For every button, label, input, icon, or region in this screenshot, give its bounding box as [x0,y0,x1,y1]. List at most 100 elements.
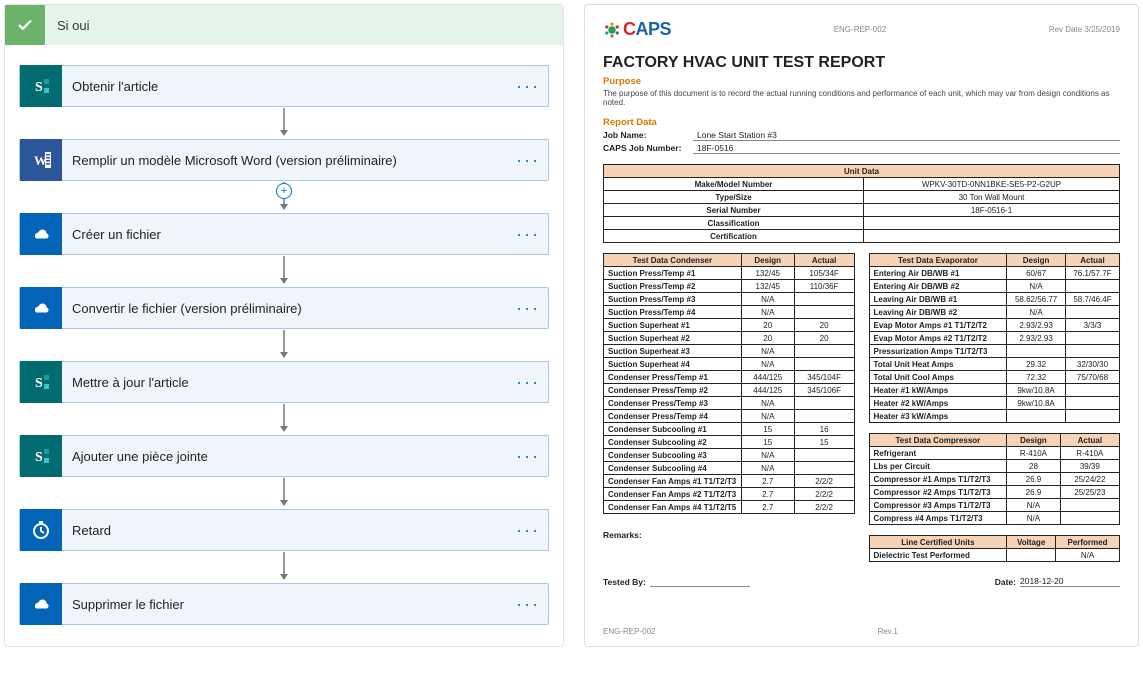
remarks-label: Remarks: [603,530,855,540]
caps-logo: CAPS [603,19,671,40]
signature-row: Tested By: Date:2018-12-20 [603,576,1120,587]
action-app-icon: S [20,361,62,403]
action-menu-button[interactable]: ··· [508,150,548,171]
table-row: RefrigerantR-410AR-410A [869,447,1120,460]
action-label: Remplir un modèle Microsoft Word (versio… [62,153,508,168]
action-label: Créer un fichier [62,227,508,242]
header-revdate: Rev Date 3/25/2019 [1049,25,1120,34]
table-row: Condenser Subcooling #11516 [604,423,855,436]
unit-row-value [864,230,1120,243]
flow-arrow [277,551,291,583]
header-ref: ENG-REP-002 [834,25,886,34]
table-row: Suction Superheat #12020 [604,319,855,332]
flow-action-card[interactable]: Supprimer le fichier··· [19,583,549,625]
flow-arrow [277,255,291,287]
date-value: 2018-12-20 [1020,576,1120,587]
table-row: Leaving Air DB/WB #2N/A [869,306,1120,319]
table-row: Condenser Fan Amps #4 T1/T2/T52.72/2/2 [604,501,855,514]
action-app-icon [20,583,62,625]
table-row: Condenser Press/Temp #2444/125345/106F [604,384,855,397]
table-row: Condenser Subcooling #4N/A [604,462,855,475]
table-row: Condenser Press/Temp #1444/125345/104F [604,371,855,384]
line-certified-table: Line Certified Units Voltage Performed D… [869,535,1121,562]
action-menu-button[interactable]: ··· [508,446,548,467]
purpose-text: The purpose of this document is to recor… [603,89,1120,107]
checkmark-icon [5,5,45,45]
compressor-table: Test Data Compressor Design Actual Refri… [869,433,1121,525]
flow-action-card[interactable]: WRemplir un modèle Microsoft Word (versi… [19,139,549,181]
action-label: Ajouter une pièce jointe [62,449,508,464]
action-app-icon: W [20,139,62,181]
table-row: Entering Air DB/WB #160/6776.1/57.7F [869,267,1120,280]
unit-row-value [864,217,1120,230]
table-row: Suction Press/Temp #3N/A [604,293,855,306]
flow-arrow: + [277,181,291,213]
action-label: Supprimer le fichier [62,597,508,612]
flow-insert-step-button[interactable]: + [276,183,292,199]
table-row: Dielectric Test PerformedN/A [869,549,1120,562]
table-row: Entering Air DB/WB #2N/A [869,280,1120,293]
table-row: Condenser Fan Amps #2 T1/T2/T32.72/2/2 [604,488,855,501]
unit-row-label: Classification [604,217,864,230]
flow-action-card[interactable]: Convertir le fichier (version préliminai… [19,287,549,329]
unit-row-value: WPKV-30TD-0NN1BKE-SE5-P2-G2UP [864,178,1120,191]
report-title: FACTORY HVAC UNIT TEST REPORT [603,54,1120,72]
table-row: Total Unit Cool Amps72.3275/70/68 [869,371,1120,384]
table-row: Condenser Press/Temp #4N/A [604,410,855,423]
logo-icon [603,21,621,39]
unit-row-label: Type/Size [604,191,864,204]
flow-body: SObtenir l'article···WRemplir un modèle … [5,45,563,625]
table-row: Condenser Subcooling #3N/A [604,449,855,462]
unit-data-table: Unit Data Make/Model NumberWPKV-30TD-0NN… [603,164,1120,243]
table-row: Pressurization Amps T1/T2/T3 [869,345,1120,358]
table-row: Leaving Air DB/WB #158.62/56.7758.7/46.4… [869,293,1120,306]
job-num-row: CAPS Job Number: 18F-0516 [603,143,1120,154]
table-row: Suction Press/Temp #2132/45110/36F [604,280,855,293]
condition-label: Si oui [45,18,90,33]
report-document: CAPS ENG-REP-002 Rev Date 3/25/2019 FACT… [584,4,1139,647]
action-label: Retard [62,523,508,538]
table-row: Heater #1 kW/Amps9kw/10.8A [869,384,1120,397]
flow-action-card[interactable]: Retard··· [19,509,549,551]
action-app-icon: S [20,435,62,477]
test-data-columns: Test Data Condenser Design Actual Suctio… [603,253,1120,562]
action-menu-button[interactable]: ··· [508,594,548,615]
flow-arrow [277,107,291,139]
table-row: Compressor #1 Amps T1/T2/T326.925/24/22 [869,473,1120,486]
report-footer: ENG-REP-002 Rev.1 [603,627,1120,636]
table-row: Suction Superheat #3N/A [604,345,855,358]
action-app-icon [20,213,62,255]
action-menu-button[interactable]: ··· [508,224,548,245]
action-app-icon: S [20,65,62,107]
unit-row-value: 18F-0516-1 [864,204,1120,217]
job-name-row: Job Name: Lone Start Station #3 [603,130,1120,141]
flow-action-card[interactable]: S Obtenir l'article··· [19,65,549,107]
action-app-icon [20,287,62,329]
report-header: CAPS ENG-REP-002 Rev Date 3/25/2019 [603,19,1120,40]
flow-action-card[interactable]: SAjouter une pièce jointe··· [19,435,549,477]
action-label: Obtenir l'article [62,79,508,94]
unit-row-label: Certification [604,230,864,243]
table-row: Condenser Press/Temp #3N/A [604,397,855,410]
action-menu-button[interactable]: ··· [508,520,548,541]
action-label: Convertir le fichier (version préliminai… [62,301,508,316]
flow-arrow [277,329,291,361]
condenser-table: Test Data Condenser Design Actual Suctio… [603,253,855,514]
flow-action-card[interactable]: Créer un fichier··· [19,213,549,255]
flow-arrow [277,477,291,509]
report-data-label: Report Data [603,117,1120,128]
action-menu-button[interactable]: ··· [508,76,548,97]
table-row: Heater #3 kW/Amps [869,410,1120,423]
flow-action-card[interactable]: SMettre à jour l'article··· [19,361,549,403]
unit-row-label: Serial Number [604,204,864,217]
flow-panel: Si oui SObtenir l'article···WRemplir un … [4,4,564,647]
condition-branch-header[interactable]: Si oui [5,5,563,45]
tested-by-value [650,576,750,587]
action-menu-button[interactable]: ··· [508,372,548,393]
svg-text:S: S [35,80,43,95]
flow-arrow [277,403,291,435]
table-row: Suction Superheat #22020 [604,332,855,345]
table-row: Evap Motor Amps #1 T1/T2/T22.93/2.933/3/… [869,319,1120,332]
table-row: Condenser Fan Amps #1 T1/T2/T32.72/2/2 [604,475,855,488]
action-menu-button[interactable]: ··· [508,298,548,319]
